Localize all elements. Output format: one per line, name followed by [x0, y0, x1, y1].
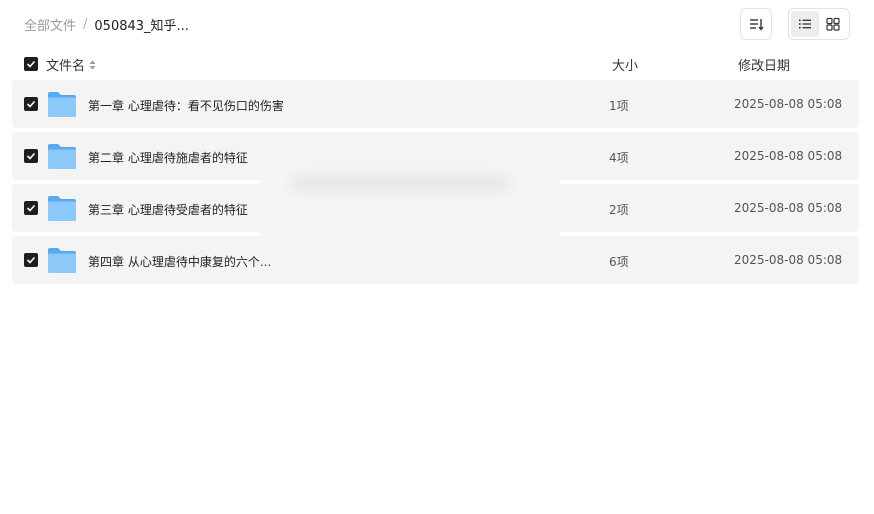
file-name[interactable]: 第三章 心理虐待受虐者的特征 [88, 201, 248, 218]
check-icon [26, 60, 36, 68]
breadcrumb-current: 050843_知乎... [94, 18, 189, 34]
column-header-name[interactable]: 文件名 [46, 55, 96, 74]
column-header-name-label: 文件名 [46, 59, 86, 74]
folder-icon [48, 248, 76, 273]
select-all-checkbox[interactable] [24, 57, 38, 71]
folder-icon [48, 144, 76, 169]
file-date: 2025-08-08 05:08 [734, 253, 843, 267]
file-list-header: 文件名 大小 修改日期 [12, 52, 859, 76]
file-date: 2025-08-08 05:08 [734, 201, 843, 215]
sort-icon [750, 19, 764, 31]
view-toggle [788, 8, 850, 40]
file-date: 2025-08-08 05:08 [734, 149, 843, 163]
check-icon [26, 256, 36, 264]
column-header-date[interactable]: 修改日期 [738, 55, 790, 74]
check-icon [26, 204, 36, 212]
folder-icon [48, 92, 76, 117]
column-header-size[interactable]: 大小 [612, 55, 638, 74]
breadcrumb-root[interactable]: 全部文件 [24, 15, 76, 34]
file-size: 2项 [609, 203, 629, 217]
grid-view-button[interactable] [819, 11, 847, 37]
file-date: 2025-08-08 05:08 [734, 97, 843, 111]
check-icon [26, 152, 36, 160]
file-name[interactable]: 第一章 心理虐待：看不见伤口的伤害 [88, 97, 284, 114]
breadcrumb: 全部文件 / 050843_知乎... [24, 14, 189, 34]
file-name[interactable]: 第四章 从心理虐待中康复的六个... [88, 253, 271, 270]
file-size: 4项 [609, 151, 629, 165]
row-checkbox[interactable] [24, 149, 38, 163]
sort-caret-icon [89, 60, 96, 70]
check-icon [26, 100, 36, 108]
grid-view-icon [826, 17, 840, 31]
row-checkbox[interactable] [24, 201, 38, 215]
breadcrumb-separator: / [83, 16, 88, 32]
list-view-icon [799, 19, 811, 29]
file-size: 6项 [609, 255, 629, 269]
list-view-button[interactable] [791, 11, 819, 37]
row-checkbox[interactable] [24, 97, 38, 111]
folder-icon [48, 196, 76, 221]
blurred-overlay [260, 164, 560, 264]
file-name[interactable]: 第二章 心理虐待施虐者的特征 [88, 149, 248, 166]
file-row[interactable]: 第一章 心理虐待：看不见伤口的伤害 1项 2025-08-08 05:08 [12, 80, 859, 128]
file-size: 1项 [609, 99, 629, 113]
row-checkbox[interactable] [24, 253, 38, 267]
sort-button[interactable] [740, 8, 772, 40]
